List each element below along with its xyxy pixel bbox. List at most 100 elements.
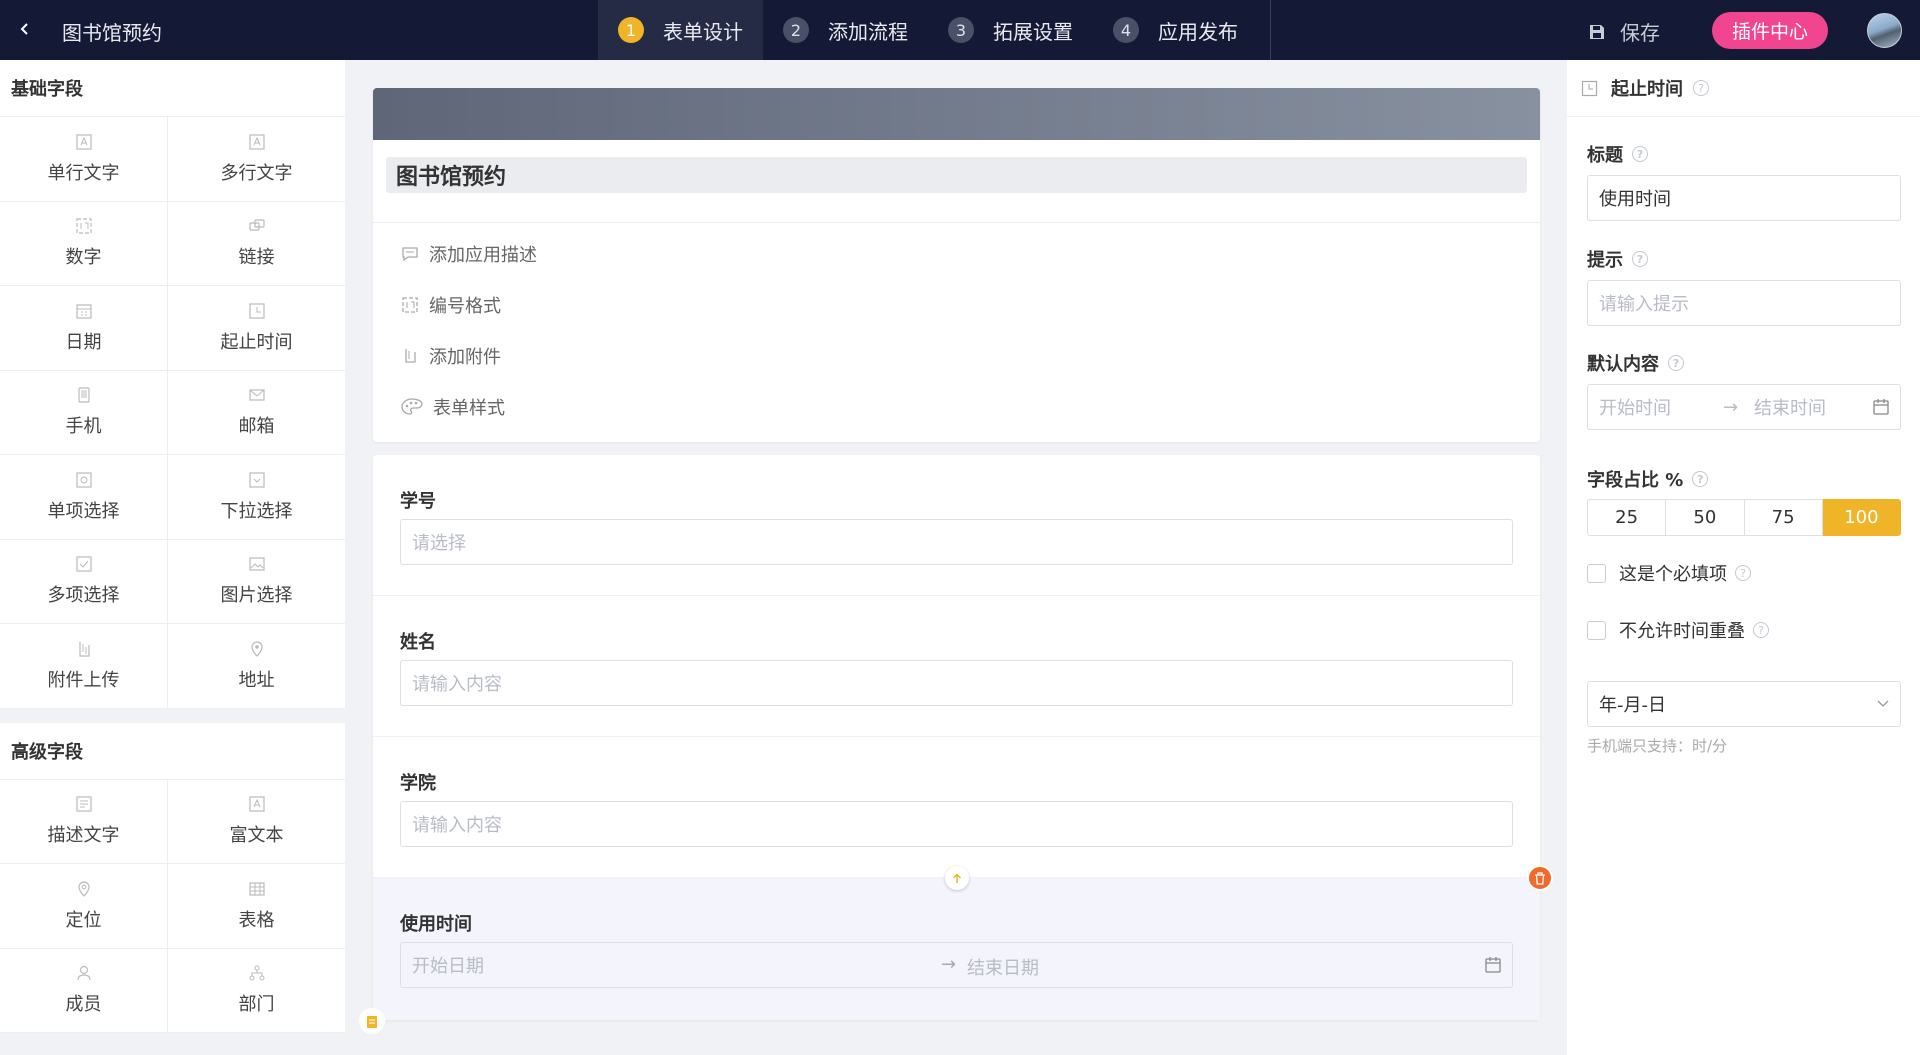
properties-header: 起止时间 ?: [1567, 60, 1920, 117]
table-icon: [248, 880, 266, 898]
palette-item-label: 起止时间: [220, 331, 293, 353]
palette-item-label: 单行文字: [47, 162, 120, 184]
palette-item[interactable]: 成员: [0, 948, 168, 1033]
date-icon: [75, 302, 93, 320]
form-title[interactable]: 图书馆预约: [386, 157, 1527, 193]
palette-item[interactable]: 数字: [0, 201, 168, 286]
palette-item[interactable]: 单项选择: [0, 455, 168, 540]
help-icon[interactable]: ?: [1693, 80, 1709, 96]
trash-icon: [1535, 871, 1545, 885]
required-checkbox[interactable]: 这是个必填项?: [1587, 561, 1901, 585]
date-format-select[interactable]: 年-月-日: [1587, 681, 1901, 727]
save-button[interactable]: 保存: [1588, 17, 1660, 46]
checkbox-box[interactable]: [1587, 563, 1606, 583]
date-format-value: 年-月-日: [1599, 695, 1666, 716]
palette-item[interactable]: 链接: [168, 202, 345, 286]
number-format-option[interactable]: 编号格式: [401, 279, 1540, 330]
image-icon: [248, 555, 266, 573]
default-time-range-input[interactable]: 开始时间 → 结束时间: [1587, 384, 1901, 430]
palette-item-label: 邮箱: [238, 416, 275, 438]
palette-item[interactable]: 地址: [168, 624, 345, 709]
field-input[interactable]: 请选择: [400, 519, 1513, 565]
palette-item[interactable]: 定位: [0, 864, 168, 949]
hint-input[interactable]: 请输入提示: [1587, 280, 1901, 326]
palette-item[interactable]: 邮箱: [168, 371, 345, 455]
palette-item[interactable]: 图片选择: [168, 540, 345, 624]
form-field-name[interactable]: 姓名 请输入内容: [373, 596, 1540, 737]
step-form-design[interactable]: 1 表单设计: [598, 0, 763, 60]
palette-item[interactable]: 富文本: [168, 780, 345, 864]
required-section: 这是个必填项?: [1567, 561, 1920, 585]
option-label: 编号格式: [429, 295, 501, 317]
palette-item[interactable]: 日期: [0, 286, 168, 371]
step-publish[interactable]: 4 应用发布: [1093, 0, 1258, 60]
ratio-option-50[interactable]: 50: [1666, 499, 1745, 536]
properties-title: 起止时间: [1611, 79, 1683, 100]
time-range-icon: [248, 302, 266, 320]
field-label: 姓名: [400, 632, 436, 653]
form-banner[interactable]: [373, 88, 1540, 140]
ratio-option-75[interactable]: 75: [1744, 499, 1823, 536]
move-up-button[interactable]: [945, 866, 969, 890]
save-icon: [1590, 24, 1604, 39]
form-field-college[interactable]: 学院 请输入内容: [373, 737, 1540, 878]
delete-field-button[interactable]: [1527, 865, 1553, 891]
palette-item[interactable]: 下拉选择: [168, 455, 345, 540]
palette-item-label: 手机: [65, 416, 102, 438]
palette-item[interactable]: 表格: [168, 864, 345, 949]
palette-item[interactable]: 多项选择: [0, 539, 168, 624]
palette-item[interactable]: 多行文字: [168, 117, 345, 202]
palette-icon: [401, 397, 423, 415]
date-range-input[interactable]: 开始日期 → 结束日期: [400, 942, 1513, 988]
back-button[interactable]: [14, 18, 36, 40]
form-field-student-id[interactable]: 学号 请选择: [373, 455, 1540, 596]
step-extend-settings[interactable]: 3 拓展设置: [928, 0, 1093, 60]
ratio-option-25[interactable]: 25: [1587, 499, 1667, 536]
step-number: 1: [618, 17, 644, 43]
help-icon[interactable]: ?: [1692, 471, 1709, 487]
add-attachment-option[interactable]: 添加附件: [401, 330, 1540, 381]
field-input[interactable]: 请输入内容: [400, 660, 1513, 706]
help-icon[interactable]: ?: [1668, 355, 1684, 371]
palette-item[interactable]: 附件上传: [0, 624, 168, 709]
step-number: 4: [1113, 17, 1139, 43]
number-format-icon: [402, 296, 418, 313]
palette-item[interactable]: 起止时间: [168, 286, 345, 371]
palette-item[interactable]: 部门: [168, 949, 345, 1033]
start-date-placeholder: 开始日期: [412, 956, 484, 977]
help-icon[interactable]: ?: [1735, 565, 1751, 581]
properties-panel: 起止时间 ? 标题? 使用时间 提示? 请输入提示 默认内容? 开始时间 → 结…: [1567, 60, 1920, 1055]
help-icon[interactable]: ?: [1632, 146, 1648, 162]
palette-item[interactable]: 单行文字: [0, 117, 168, 202]
palette-item[interactable]: 描述文字: [0, 779, 168, 864]
add-description-option[interactable]: 添加应用描述: [401, 228, 1540, 279]
range-arrow: →: [941, 954, 957, 975]
copy-field-button[interactable]: [359, 1008, 385, 1034]
form-style-option[interactable]: 表单样式: [401, 381, 1540, 432]
palette-item-label: 成员: [65, 994, 102, 1016]
title-input[interactable]: 使用时间: [1587, 175, 1901, 221]
form-field-usage-time-selected[interactable]: 使用时间 开始日期 → 结束日期: [359, 865, 1553, 1034]
palette-item[interactable]: 手机: [0, 370, 168, 455]
no-overlap-checkbox[interactable]: 不允许时间重叠?: [1587, 618, 1901, 642]
palette-item-label: 部门: [238, 994, 275, 1016]
help-icon[interactable]: ?: [1753, 622, 1769, 638]
start-time-placeholder: 开始时间: [1599, 398, 1671, 419]
ratio-option-100[interactable]: 100: [1822, 499, 1901, 536]
calendar-icon: [1873, 399, 1889, 415]
title-section: 标题? 使用时间: [1567, 142, 1920, 221]
palette-item-label: 单项选择: [47, 500, 120, 522]
plugin-center-button[interactable]: 插件中心: [1712, 12, 1828, 49]
required-label: 这是个必填项: [1619, 564, 1727, 585]
number-icon: [75, 217, 93, 235]
avatar[interactable]: [1867, 13, 1902, 48]
top-bar: 图书馆预约 1 表单设计 2 添加流程 3 拓展设置 4 应用发布 保存 插件中…: [0, 0, 1920, 60]
form-header-card: 图书馆预约 添加应用描述 编号格式 添加附件 表单样式: [373, 88, 1540, 442]
form-canvas: 图书馆预约 添加应用描述 编号格式 添加附件 表单样式 学号 请选择 姓名 请输…: [359, 88, 1553, 1034]
option-label: 表单样式: [433, 397, 505, 419]
step-add-flow[interactable]: 2 添加流程: [763, 0, 928, 60]
app-title: 图书馆预约: [62, 21, 162, 45]
checkbox-box[interactable]: [1587, 620, 1606, 640]
help-icon[interactable]: ?: [1632, 251, 1648, 267]
field-input[interactable]: 请输入内容: [400, 801, 1513, 847]
